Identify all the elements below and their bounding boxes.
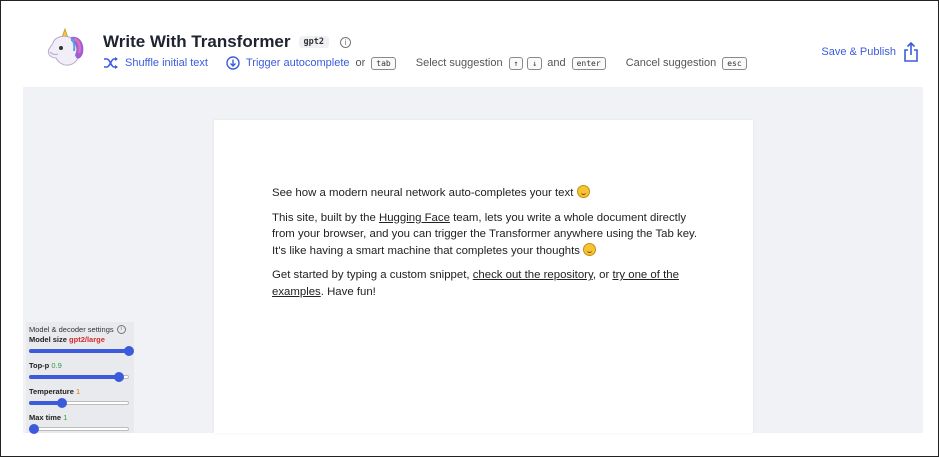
model-size-value: gpt2/large	[69, 335, 105, 344]
down-key: ↓	[527, 56, 543, 70]
workspace: See how a modern neural network auto-com…	[23, 87, 923, 433]
model-size-setting: Model size gpt2/large	[29, 335, 134, 356]
tab-key: tab	[371, 56, 396, 70]
save-publish-button[interactable]: Save & Publish	[821, 42, 919, 62]
cancel-suggestion-label: Cancel suggestion	[625, 57, 717, 69]
page-title: Write With Transformer	[103, 32, 291, 51]
settings-panel: Model & decoder settings i Model size gp…	[26, 322, 134, 434]
share-upload-icon	[904, 42, 918, 62]
repository-link[interactable]: check out the repository	[473, 269, 593, 281]
description-paragraph: This site, built by the Hugging Face tea…	[272, 211, 698, 257]
slider-thumb[interactable]	[114, 372, 124, 382]
or-text: or	[355, 57, 366, 69]
up-key: ↑	[508, 56, 524, 70]
model-badge: gpt2	[298, 36, 329, 48]
publish-label: Save & Publish	[821, 46, 896, 58]
hugging-face-emoji-icon	[576, 185, 590, 198]
hugging-face-link[interactable]: Hugging Face	[379, 212, 450, 224]
slider-thumb[interactable]	[124, 346, 134, 356]
esc-key: esc	[722, 56, 747, 70]
app-window: Write With Transformer gpt2 i Shuffle in…	[0, 0, 939, 457]
title-row: Write With Transformer gpt2 i	[103, 32, 351, 52]
intro-paragraph: See how a modern neural network auto-com…	[272, 185, 702, 202]
info-icon[interactable]: i	[340, 36, 351, 48]
settings-info-icon[interactable]: i	[116, 325, 126, 334]
document-editor[interactable]: See how a modern neural network auto-com…	[214, 120, 753, 433]
slider-thumb[interactable]	[29, 424, 39, 434]
top-p-slider[interactable]	[29, 372, 129, 382]
max-time-value: 1	[63, 413, 68, 422]
shuffle-button[interactable]: Shuffle initial text	[103, 57, 208, 69]
trigger-autocomplete-button[interactable]: Trigger autocomplete	[226, 56, 350, 70]
header: Write With Transformer gpt2 i Shuffle in…	[23, 15, 923, 87]
and-text: and	[547, 57, 566, 69]
trigger-label: Trigger autocomplete	[245, 57, 350, 69]
arrow-down-circle-icon	[226, 56, 240, 70]
temperature-value: 1	[75, 387, 81, 396]
slider-thumb[interactable]	[57, 398, 67, 408]
grinning-emoji-icon	[583, 242, 597, 256]
top-p-setting: Top-p 0.9	[29, 361, 131, 382]
shuffle-icon	[104, 57, 118, 69]
model-size-slider[interactable]	[29, 346, 134, 356]
unicorn-icon	[41, 25, 89, 73]
top-p-value: 0.9	[51, 361, 62, 370]
max-time-slider[interactable]	[29, 424, 129, 434]
shortcuts-bar: Shuffle initial text Trigger autocomplet…	[103, 56, 749, 70]
select-suggestion-label: Select suggestion	[415, 57, 503, 69]
temperature-slider[interactable]	[29, 398, 129, 408]
shuffle-label: Shuffle initial text	[125, 57, 208, 69]
document-text: See how a modern neural network auto-com…	[272, 185, 702, 308]
enter-key: enter	[571, 56, 606, 70]
max-time-setting: Max time 1	[29, 413, 131, 434]
temperature-setting: Temperature 1	[29, 387, 131, 408]
settings-title: Model & decoder settings i	[29, 325, 131, 334]
get-started-paragraph: Get started by typing a custom snippet, …	[272, 269, 679, 298]
